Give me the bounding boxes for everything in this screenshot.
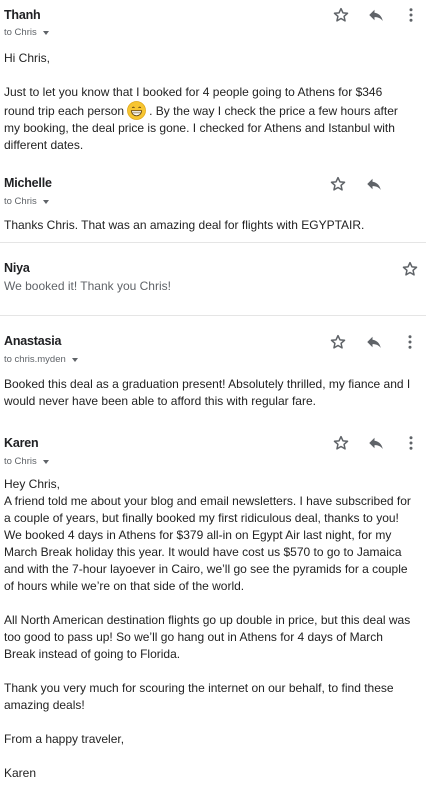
- message-michelle: Michelle to Chris Thanks Chris. That was…: [0, 166, 426, 242]
- greeting: Hey Chris,: [4, 477, 61, 491]
- reply-icon[interactable]: [366, 433, 386, 453]
- message-body: Hi Chris, Just to let you know that I bo…: [4, 50, 416, 154]
- sender-name[interactable]: Michelle: [4, 176, 52, 190]
- recipient-label: to chris.myden: [4, 354, 66, 365]
- message-paragraph: We booked 4 days in Athens for $379 all-…: [4, 528, 408, 593]
- sender-name[interactable]: Karen: [4, 436, 39, 450]
- recipient-line[interactable]: to Chris: [4, 27, 49, 38]
- message-body: Hey Chris, A friend told me about your b…: [4, 476, 416, 782]
- grinning-face-emoji: [127, 101, 146, 120]
- message-paragraph: A friend told me about your blog and ema…: [4, 494, 411, 525]
- message-body: Booked this deal as a graduation present…: [4, 377, 411, 408]
- reply-icon[interactable]: [366, 5, 386, 25]
- message-closing: From a happy traveler,: [4, 732, 125, 746]
- sender-name[interactable]: Niya: [4, 261, 30, 275]
- message-niya: Niya We booked it! Thank you Chris!: [0, 243, 426, 315]
- star-icon[interactable]: [400, 259, 420, 279]
- sender-name[interactable]: Thanh: [4, 8, 41, 22]
- chevron-down-icon[interactable]: [42, 459, 49, 464]
- recipient-line[interactable]: to Chris: [4, 196, 49, 207]
- message-anastasia: Anastasia to chris.myden Booked this dea…: [0, 316, 426, 420]
- greeting: Hi Chris,: [4, 51, 51, 65]
- message-thanh: Thanh to Chris Hi Chris, Just to let you…: [0, 0, 426, 160]
- chevron-down-icon[interactable]: [42, 30, 49, 35]
- recipient-label: to Chris: [4, 456, 37, 467]
- recipient-line[interactable]: to Chris: [4, 456, 49, 467]
- reply-icon[interactable]: [364, 174, 384, 194]
- message-body: Thanks Chris. That was an amazing deal f…: [4, 218, 365, 232]
- sender-name[interactable]: Anastasia: [4, 334, 61, 348]
- recipient-label: to Chris: [4, 27, 37, 38]
- message-paragraph: All North American destination flights g…: [4, 613, 411, 661]
- message-snippet[interactable]: We booked it! Thank you Chris!: [4, 278, 416, 295]
- recipient-line[interactable]: to chris.myden: [4, 354, 78, 365]
- star-icon[interactable]: [328, 174, 348, 194]
- message-paragraph: Thank you very much for scouring the int…: [4, 681, 394, 712]
- chevron-down-icon[interactable]: [42, 199, 49, 204]
- chevron-down-icon[interactable]: [71, 357, 78, 362]
- star-icon[interactable]: [331, 5, 351, 25]
- more-vert-icon[interactable]: [401, 5, 421, 25]
- message-signature: Karen: [4, 766, 37, 780]
- message-karen: Karen to Chris Hey Chris, A friend told …: [0, 422, 426, 793]
- reply-icon[interactable]: [364, 332, 384, 352]
- star-icon[interactable]: [328, 332, 348, 352]
- more-vert-icon[interactable]: [400, 332, 420, 352]
- more-vert-icon[interactable]: [401, 433, 421, 453]
- recipient-label: to Chris: [4, 196, 37, 207]
- message-paragraph: Just to let you know that I booked for 4…: [4, 84, 416, 154]
- star-icon[interactable]: [331, 433, 351, 453]
